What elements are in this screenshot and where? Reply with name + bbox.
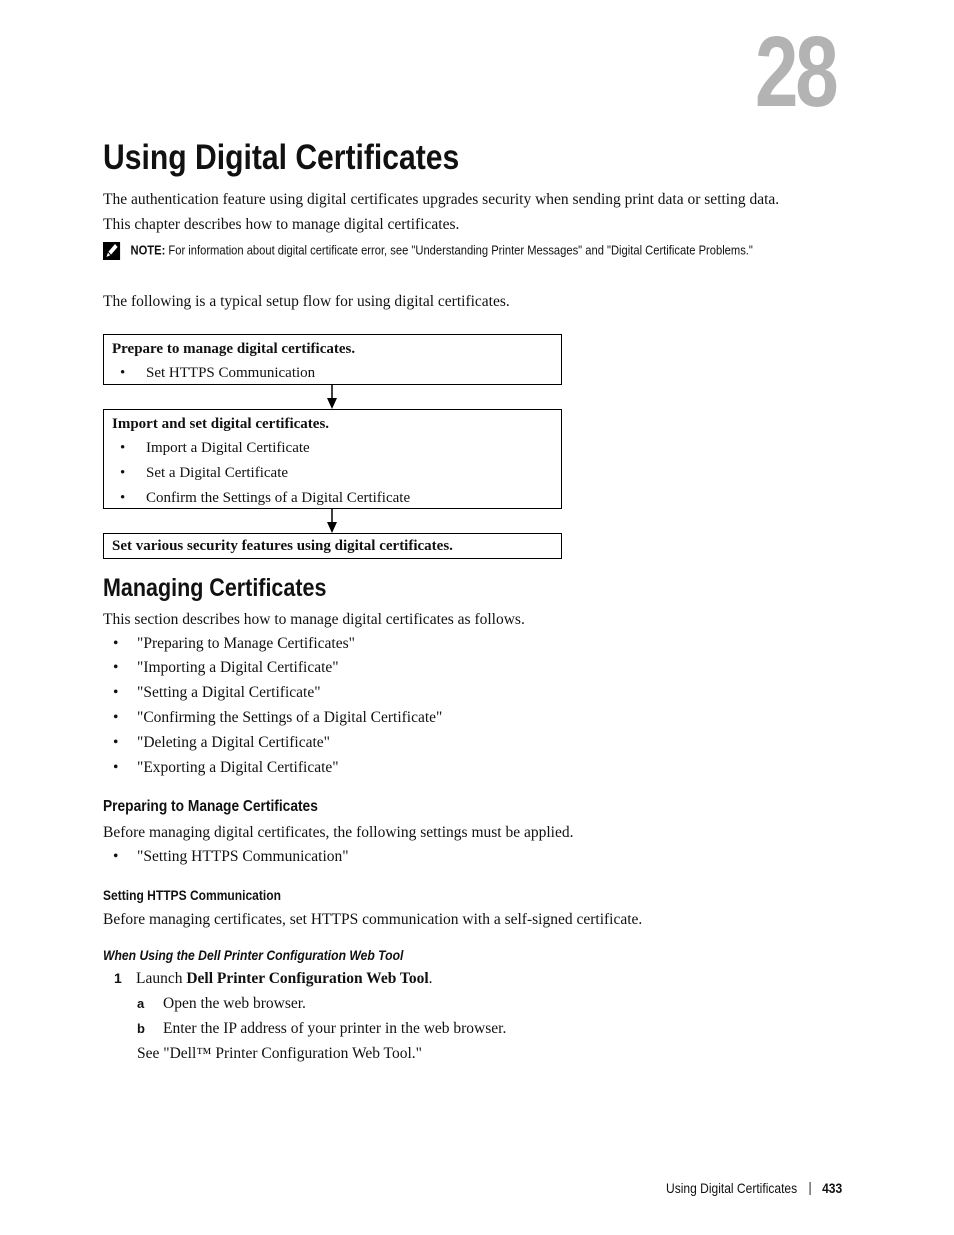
note-label: NOTE: xyxy=(130,242,166,258)
link-preparing[interactable]: "Preparing to Manage Certificates" xyxy=(137,635,355,652)
flow-arrow-down-icon xyxy=(327,385,337,409)
step-1b: b Enter the IP address of your printer in… xyxy=(137,1020,507,1037)
flow-step-security: Set various security features using digi… xyxy=(103,533,562,559)
flow-step-title: Import and set digital certificates. xyxy=(112,416,330,432)
procedure-heading-webtool: When Using the Dell Printer Configuratio… xyxy=(103,948,404,963)
chapter-title: Using Digital Certificates xyxy=(103,138,460,177)
link-setting-https[interactable]: "Setting HTTPS Communication" xyxy=(137,848,349,865)
step-1: 1 Launch Dell Printer Configuration Web T… xyxy=(114,970,433,987)
section-heading-managing: Managing Certificates xyxy=(103,574,327,602)
link-deleting[interactable]: "Deleting a Digital Certificate" xyxy=(137,734,330,751)
see-reference[interactable]: See "Dell™ Printer Configuration Web Too… xyxy=(137,1045,422,1063)
list-item[interactable]: • "Setting HTTPS Communication" xyxy=(113,848,349,866)
intro-paragraph-1: The authentication feature using digital… xyxy=(103,191,780,208)
managing-intro: This section describes how to manage dig… xyxy=(103,611,525,628)
list-item[interactable]: • "Importing a Digital Certificate" xyxy=(113,659,339,677)
preparing-intro: Before managing digital certificates, th… xyxy=(103,824,574,841)
page-number: 433 xyxy=(822,1180,843,1196)
link-exporting[interactable]: "Exporting a Digital Certificate" xyxy=(137,759,339,776)
link-setting[interactable]: "Setting a Digital Certificate" xyxy=(137,684,321,701)
flow-step-title: Set various security features using digi… xyxy=(112,538,453,554)
app-name: Dell Printer Configuration Web Tool xyxy=(186,970,429,987)
pencil-note-icon xyxy=(103,242,121,260)
list-item[interactable]: • "Exporting a Digital Certificate" xyxy=(113,759,339,777)
list-item[interactable]: • "Deleting a Digital Certificate" xyxy=(113,734,330,752)
footer-title: Using Digital Certificates xyxy=(666,1180,798,1196)
list-item[interactable]: • "Confirming the Settings of a Digital C… xyxy=(113,709,442,727)
flow-step-title: Prepare to manage digital certificates. xyxy=(112,341,356,357)
chapter-number: 28 xyxy=(755,16,839,128)
list-item[interactable]: • "Preparing to Manage Certificates" xyxy=(113,635,355,653)
flow-step-item: • Import a Digital Certificate xyxy=(120,440,310,456)
flow-step-item: • Set a Digital Certificate xyxy=(120,465,289,481)
flow-intro: The following is a typical setup flow fo… xyxy=(103,293,510,310)
subsection-heading-https: Setting HTTPS Communication xyxy=(103,887,281,903)
link-confirming[interactable]: "Confirming the Settings of a Digital Ce… xyxy=(137,709,442,726)
intro-paragraph-2: This chapter describes how to manage dig… xyxy=(103,216,460,233)
link-importing[interactable]: "Importing a Digital Certificate" xyxy=(137,659,339,676)
footer-divider xyxy=(809,1182,811,1195)
note-block: NOTE: For information about digital cert… xyxy=(103,242,753,260)
https-intro: Before managing certificates, set HTTPS … xyxy=(103,911,643,928)
subsection-heading-preparing: Preparing to Manage Certificates xyxy=(103,798,318,815)
page-footer: Using Digital Certificates 433 xyxy=(666,1180,842,1196)
flow-step-import: Import and set digital certificates. • Im… xyxy=(103,409,562,509)
flow-arrow-down-icon xyxy=(327,509,337,533)
list-item[interactable]: • "Setting a Digital Certificate" xyxy=(113,684,321,702)
flow-step-item: • Set HTTPS Communication xyxy=(120,365,316,381)
flow-step-prepare: Prepare to manage digital certificates. … xyxy=(103,334,562,385)
note-text: For information about digital certificat… xyxy=(168,242,753,258)
step-1a: a Open the web browser. xyxy=(137,995,306,1012)
flow-step-item: • Confirm the Settings of a Digital Certi… xyxy=(120,490,411,506)
